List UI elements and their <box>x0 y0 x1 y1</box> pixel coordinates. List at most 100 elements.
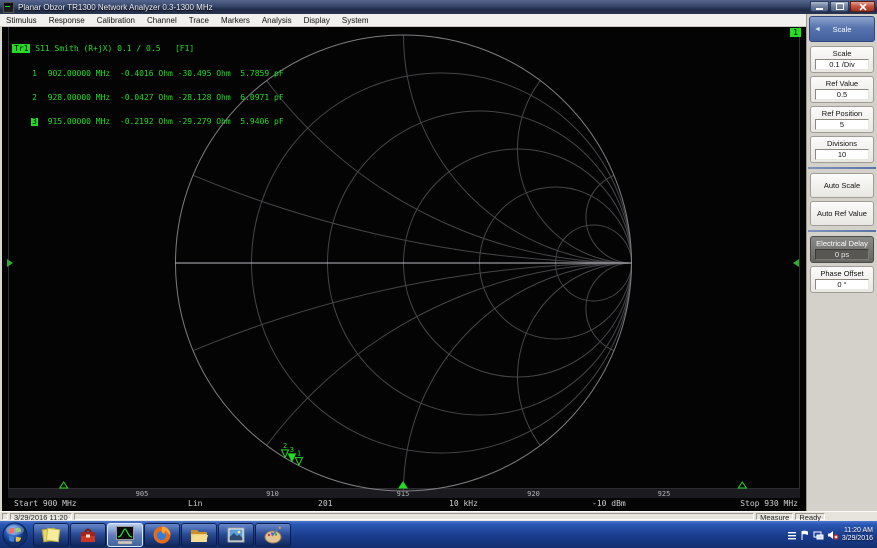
sidebar-separator <box>808 167 876 169</box>
clock-date: 3/29/2016 <box>841 534 873 542</box>
status-row: Start 900 MHz Lin 201 10 kHz -10 dBm Sto… <box>2 498 806 511</box>
tray-volume-muted-icon[interactable] <box>827 530 839 540</box>
sweep-type-label: Lin <box>188 499 203 508</box>
power-label: -10 dBm <box>592 499 626 508</box>
tray-list-icon[interactable] <box>787 530 797 540</box>
marker-values: 915.00000 MHz -0.2192 Ohm -29.279 Ohm 5.… <box>38 117 284 126</box>
reactance-arc <box>403 262 632 491</box>
auto-scale-button[interactable]: Auto Scale <box>810 173 874 198</box>
app-icon <box>3 1 14 13</box>
chart-marker-label: 1 <box>297 450 301 458</box>
taskbar-item-firefox[interactable] <box>144 522 180 547</box>
menu-item-channel[interactable]: Channel <box>141 16 183 25</box>
trace-readout: Tr1 S11 Smith (R+jX) 0.1 / 0.5 [F1] 1 90… <box>12 29 284 142</box>
minimize-button[interactable] <box>810 1 829 12</box>
tray-network-icon[interactable] <box>813 530 824 540</box>
menu-item-system[interactable]: System <box>336 16 375 25</box>
electrical-delay-label: Electrical Delay <box>816 239 868 248</box>
statusbar-grip <box>2 513 8 520</box>
ref-value-button[interactable]: Ref Value 0.5 <box>810 76 874 103</box>
taskbar-item-toolbox[interactable] <box>70 522 106 547</box>
tray-flag-icon[interactable] <box>800 530 810 540</box>
statusbar-gap <box>827 513 875 520</box>
ref-value-value: 0.5 <box>815 89 869 100</box>
phase-offset-value: 0 ° <box>815 279 869 290</box>
taskbar-item-paint[interactable] <box>255 522 291 547</box>
electrical-delay-button[interactable]: Electrical Delay 0 ps <box>810 236 874 263</box>
scale-value: 0.1 /Div <box>815 59 869 70</box>
reactance-arc <box>517 262 632 491</box>
taskbar-item-photo-viewer[interactable] <box>218 522 254 547</box>
window-title: Planar Obzor TR1300 Network Analyzer 0.3… <box>18 2 213 12</box>
marker-number: 1 <box>32 69 37 78</box>
plot-area: 905 910 915 920 925 123 Tr1 S11 Smith (R+jX)… <box>2 27 806 511</box>
menu-item-markers[interactable]: Markers <box>215 16 256 25</box>
marker-number: 2 <box>32 93 37 102</box>
ref-value-label: Ref Value <box>825 79 859 88</box>
scale-button[interactable]: Scale 0.1 /Div <box>810 46 874 73</box>
menu-item-response[interactable]: Response <box>43 16 91 25</box>
back-arrow-icon: ◄ <box>814 25 821 33</box>
menu-item-calibration[interactable]: Calibration <box>91 16 141 25</box>
ready-status: Ready <box>795 513 825 522</box>
divisions-value: 10 <box>815 149 869 160</box>
if-bandwidth-label: 10 kHz <box>449 499 478 508</box>
marker-number-active: 3 <box>31 117 38 126</box>
ref-position-arrow-left[interactable] <box>7 259 13 267</box>
date-time-box: 3/29/2016 11:20 <box>10 513 72 522</box>
ref-position-arrow-right[interactable] <box>793 259 799 267</box>
taskbar-item-network-analyzer[interactable] <box>107 522 143 547</box>
chart-marker-label: 2 <box>283 442 287 450</box>
screen: Planar Obzor TR1300 Network Analyzer 0.3… <box>0 0 877 548</box>
freq-marker-triangle[interactable] <box>398 481 408 489</box>
taskbar: 11:20 AM 3/29/2016 <box>0 521 877 548</box>
divisions-label: Divisions <box>826 139 857 148</box>
electrical-delay-value: 0 ps <box>815 249 869 260</box>
close-button[interactable] <box>850 1 875 12</box>
taskbar-item-explorer-folder[interactable] <box>181 522 217 547</box>
ref-position-value: 5 <box>815 119 869 130</box>
channel-badge[interactable]: 1 <box>790 28 801 37</box>
menu-item-trace[interactable]: Trace <box>183 16 215 25</box>
scale-menu-header[interactable]: ◄ Scale <box>809 16 875 42</box>
chart-marker-label: 3 <box>290 446 294 454</box>
menu-item-display[interactable]: Display <box>298 16 336 25</box>
trace-format-line: S11 Smith (R+jX) 0.1 / 0.5 [F1] <box>35 44 195 53</box>
marker-readout-row: 3 915.00000 MHz -0.2192 Ohm -29.279 Ohm … <box>12 118 284 126</box>
measure-status: Measure <box>756 513 794 522</box>
taskbar-item-sticky-notes[interactable] <box>33 522 69 547</box>
points-label: 201 <box>318 499 333 508</box>
menu-item-analysis[interactable]: Analysis <box>256 16 298 25</box>
sidebar-scale-menu: ◄ Scale Scale 0.1 /Div Ref Value 0.5 Ref … <box>806 14 877 511</box>
start-button[interactable] <box>2 522 28 548</box>
auto-ref-value-button[interactable]: Auto Ref Value <box>810 201 874 226</box>
system-tray: 11:20 AM 3/29/2016 <box>787 527 877 543</box>
scale-label: Scale <box>832 49 852 58</box>
taskbar-clock[interactable]: 11:20 AM 3/29/2016 <box>842 527 873 543</box>
app-statusbar: 3/29/2016 11:20 Measure Ready <box>0 511 877 522</box>
start-freq-label: Start 900 MHz <box>14 499 77 508</box>
marker-values: 902.00000 MHz -0.4016 Ohm -30.495 Ohm 5.… <box>38 69 284 78</box>
clock-time: 11:20 AM <box>843 526 873 534</box>
marker-values: 928.00000 MHz -0.0427 Ohm -28.128 Ohm 6.… <box>38 93 284 102</box>
reactance-arc <box>517 35 632 264</box>
window-titlebar: Planar Obzor TR1300 Network Analyzer 0.3… <box>0 0 877 14</box>
sidebar-separator <box>808 230 876 232</box>
stop-freq-label: Stop 930 MHz <box>740 499 798 508</box>
ref-position-button[interactable]: Ref Position 5 <box>810 106 874 133</box>
trace-header: Tr1 S11 Smith (R+jX) 0.1 / 0.5 [F1] <box>12 44 284 53</box>
ref-position-label: Ref Position <box>821 109 863 118</box>
trace-badge[interactable]: Tr1 <box>12 44 31 53</box>
freq-marker-triangle[interactable] <box>58 481 69 489</box>
divisions-button[interactable]: Divisions 10 <box>810 136 874 163</box>
phase-offset-button[interactable]: Phase Offset 0 ° <box>810 266 874 293</box>
reactance-arc <box>403 35 632 264</box>
marker-readout-row: 1 902.00000 MHz -0.4016 Ohm -30.495 Ohm … <box>12 70 284 78</box>
freq-marker-triangle[interactable] <box>737 481 748 489</box>
scale-menu-title: Scale <box>832 24 852 34</box>
marker-readout-row: 2 928.00000 MHz -0.0427 Ohm -28.128 Ohm … <box>12 94 284 102</box>
menu-item-stimulus[interactable]: Stimulus <box>0 16 43 25</box>
menubar: Stimulus Response Calibration Channel Tr… <box>0 14 806 27</box>
maximize-button[interactable] <box>830 1 849 12</box>
statusbar-message-box <box>73 513 755 520</box>
